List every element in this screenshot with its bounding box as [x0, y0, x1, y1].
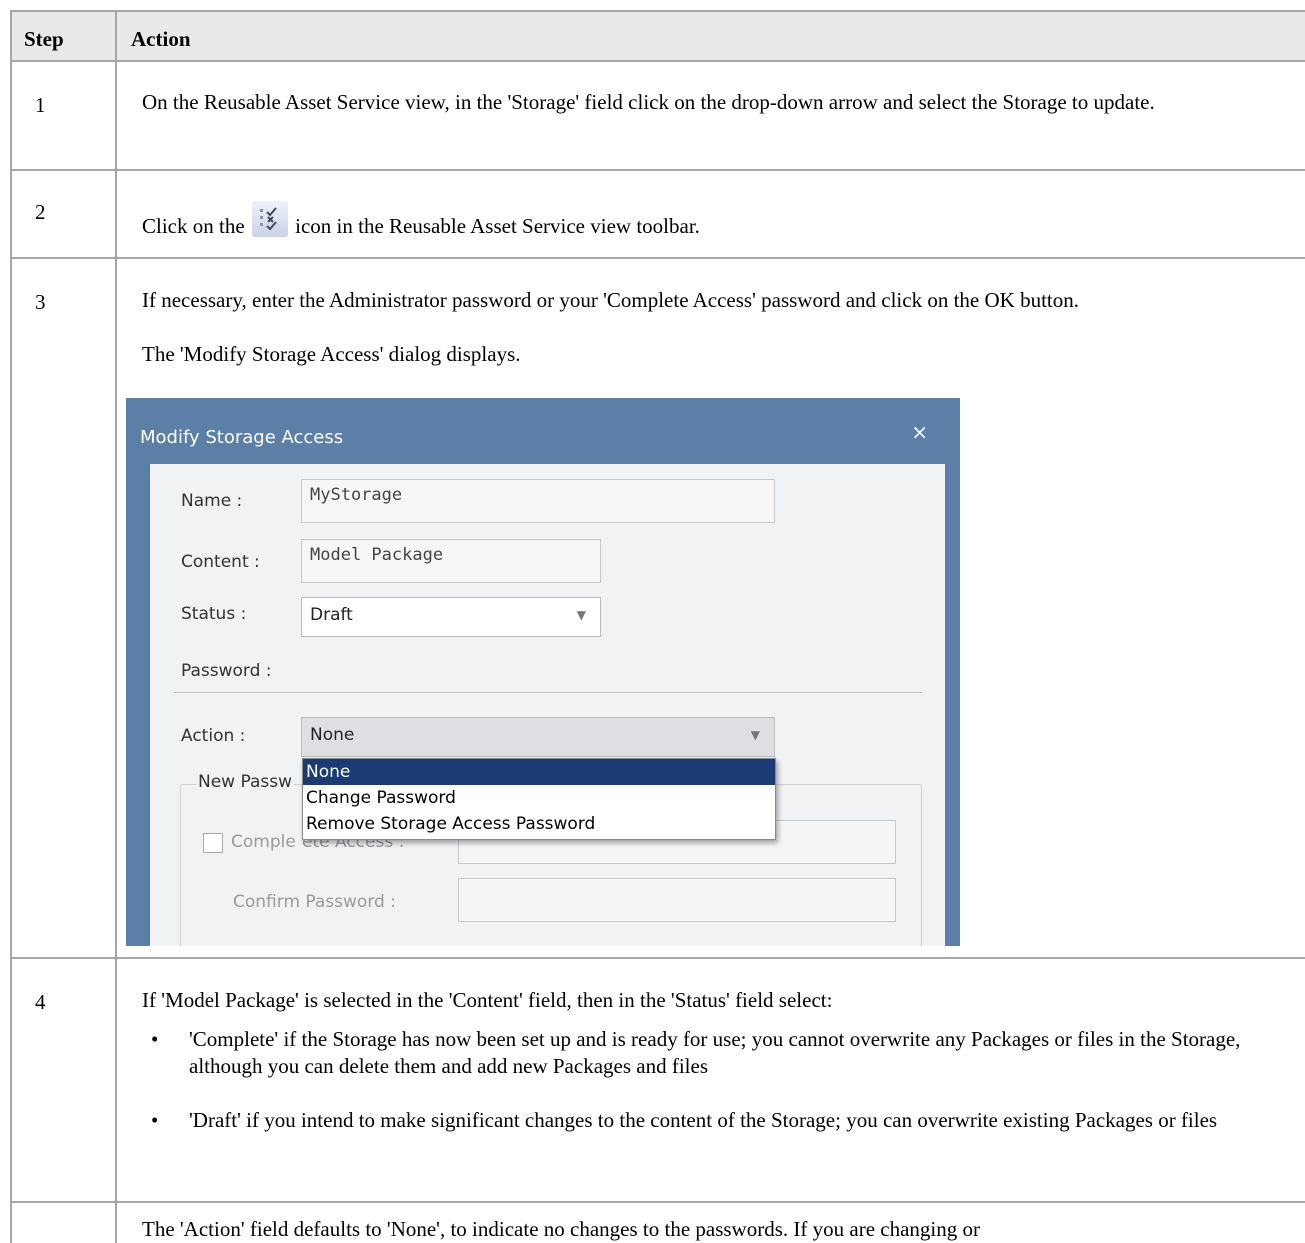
- step-text: The 'Action' field defaults to 'None', t…: [142, 1217, 980, 1241]
- list-item-text: 'Complete' if the Storage has now been s…: [189, 1027, 1241, 1078]
- dialog-body: Name : MyStorage Content : Model Package…: [150, 464, 945, 946]
- dropdown-option[interactable]: Remove Storage Access Password: [303, 811, 775, 837]
- step-number: 4: [35, 990, 46, 1014]
- action-cell: If 'Model Package' is selected in the 'C…: [117, 959, 1305, 1201]
- step-cell: 4: [10, 959, 117, 1201]
- action-select[interactable]: None ▼: [301, 717, 775, 757]
- table-row: 4 If 'Model Package' is selected in the …: [10, 959, 1305, 1201]
- chevron-down-icon[interactable]: ▼: [577, 608, 586, 622]
- dropdown-option[interactable]: None: [303, 759, 775, 785]
- action-column-header-cell: Action: [117, 12, 1305, 60]
- step-cell: 1: [10, 62, 117, 169]
- step-text: Click on the icon in the Reusable Asset …: [142, 201, 1292, 240]
- step-text: If 'Model Package' is selected in the 'C…: [142, 988, 833, 1012]
- action-cell: On the Reusable Asset Service view, in t…: [117, 62, 1305, 169]
- table-row: 1 On the Reusable Asset Service view, in…: [10, 62, 1305, 169]
- new-password-group-label: New Passw: [196, 772, 295, 792]
- step-column-header: Step: [24, 27, 64, 51]
- step-cell: [10, 1203, 117, 1243]
- confirm-password-label: Confirm Password :: [233, 892, 396, 912]
- bullet-icon: •: [151, 1027, 159, 1051]
- list-item-text: 'Draft' if you intend to make significan…: [189, 1108, 1218, 1132]
- divider: [174, 692, 922, 693]
- table-header: Step Action: [10, 10, 1305, 62]
- step-cell: 3: [10, 259, 117, 957]
- step-text-before-icon: Click on the: [142, 214, 245, 238]
- action-cell: The 'Action' field defaults to 'None', t…: [117, 1203, 1305, 1243]
- step-text: On the Reusable Asset Service view, in t…: [142, 90, 1155, 114]
- name-field[interactable]: MyStorage: [301, 479, 775, 523]
- confirm-password-field[interactable]: [458, 878, 896, 922]
- chevron-down-icon[interactable]: ▼: [751, 728, 760, 742]
- name-label: Name :: [181, 491, 243, 511]
- content-label: Content :: [181, 552, 260, 572]
- close-icon[interactable]: ×: [911, 420, 928, 444]
- step-column-header-cell: Step: [10, 12, 117, 60]
- step-number: 1: [35, 93, 46, 117]
- check-list-icon: [251, 201, 288, 237]
- dropdown-option[interactable]: Change Password: [303, 785, 775, 811]
- status-value: Draft: [310, 605, 353, 625]
- step-text: If necessary, enter the Administrator pa…: [142, 288, 1079, 312]
- step-text-after-icon: icon in the Reusable Asset Service view …: [295, 214, 700, 238]
- content-field[interactable]: Model Package: [301, 539, 601, 583]
- table-row: 2 Click on the icon in the Reusable Asse…: [10, 171, 1305, 257]
- action-label: Action :: [181, 726, 246, 746]
- complete-access-label: Comple: [231, 832, 296, 852]
- action-column-header: Action: [131, 27, 191, 51]
- table-row: The 'Action' field defaults to 'None', t…: [10, 1203, 1305, 1243]
- step-number: 3: [35, 290, 46, 314]
- status-label: Status :: [181, 604, 247, 624]
- action-value: None: [310, 725, 355, 745]
- step-cell: 2: [10, 171, 117, 257]
- action-cell: Click on the icon in the Reusable Asset …: [117, 171, 1305, 257]
- status-select[interactable]: Draft ▼: [301, 597, 601, 637]
- step-number: 2: [35, 200, 46, 224]
- complete-access-checkbox[interactable]: [203, 833, 223, 853]
- password-label: Password :: [181, 661, 272, 681]
- modify-storage-access-dialog: Modify Storage Access × Name : MyStorage…: [126, 398, 960, 946]
- bullet-icon: •: [151, 1108, 159, 1132]
- step-subtext: The 'Modify Storage Access' dialog displ…: [142, 342, 521, 366]
- dialog-title: Modify Storage Access: [140, 427, 344, 448]
- action-dropdown-menu[interactable]: None Change Password Remove Storage Acce…: [302, 758, 776, 840]
